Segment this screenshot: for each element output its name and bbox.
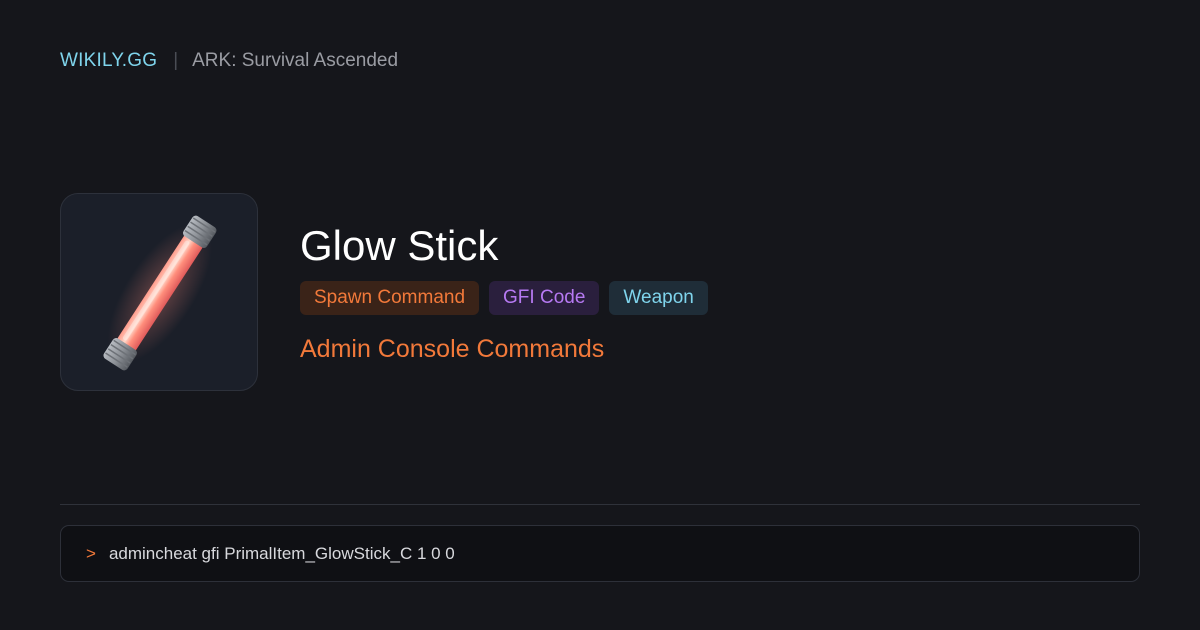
item-icon-card bbox=[60, 193, 258, 391]
page-subtitle: Admin Console Commands bbox=[300, 335, 605, 363]
item-title: Glow Stick bbox=[300, 222, 499, 269]
header-separator: | bbox=[173, 50, 179, 71]
prompt-icon: > bbox=[86, 543, 96, 563]
tag-list: Spawn Command GFI Code Weapon bbox=[300, 281, 708, 315]
section-divider bbox=[60, 504, 1140, 505]
tag-weapon[interactable]: Weapon bbox=[609, 281, 708, 315]
tag-gfi-code[interactable]: GFI Code bbox=[489, 281, 600, 315]
brand-link[interactable]: WIKILY.GG bbox=[60, 50, 157, 72]
command-text[interactable]: admincheat gfi PrimalItem_GlowStick_C 1 … bbox=[109, 544, 455, 564]
glow-stick-icon bbox=[103, 215, 217, 371]
tag-spawn-command[interactable]: Spawn Command bbox=[300, 281, 480, 315]
site-header: WIKILY.GG | ARK: Survival Ascended bbox=[60, 49, 398, 73]
command-box[interactable]: > admincheat gfi PrimalItem_GlowStick_C … bbox=[60, 525, 1140, 582]
game-name: ARK: Survival Ascended bbox=[192, 50, 399, 71]
